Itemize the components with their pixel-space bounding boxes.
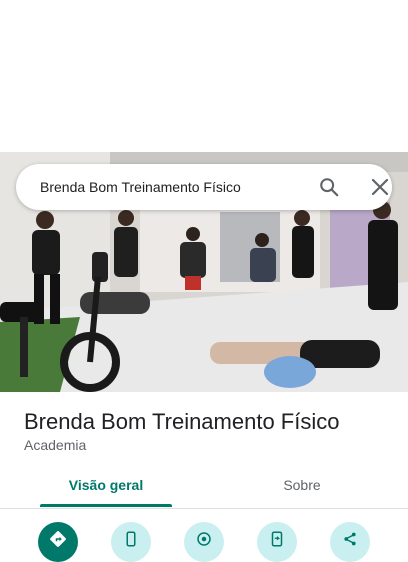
directions-icon: [50, 531, 66, 547]
share-icon: [344, 532, 356, 546]
map-area: [0, 0, 408, 152]
close-icon[interactable]: [370, 177, 390, 197]
action-buttons: [0, 522, 408, 562]
place-category: Academia: [24, 437, 87, 453]
tab-about[interactable]: Sobre: [238, 468, 366, 506]
search-input[interactable]: Brenda Bom Treinamento Físico: [40, 164, 241, 210]
share-button[interactable]: [330, 522, 370, 562]
search-icon[interactable]: [318, 176, 340, 198]
send-to-phone-icon: [271, 531, 283, 547]
nearby-icon: [197, 532, 211, 546]
phone-icon: [126, 531, 136, 547]
nearby-button[interactable]: [184, 522, 224, 562]
call-button[interactable]: [111, 522, 151, 562]
send-to-phone-button[interactable]: [257, 522, 297, 562]
search-bar[interactable]: Brenda Bom Treinamento Físico: [16, 164, 392, 210]
tab-bar: Visão geral Sobre: [0, 468, 408, 509]
directions-button[interactable]: [38, 522, 78, 562]
tab-overview[interactable]: Visão geral: [40, 468, 172, 506]
place-title: Brenda Bom Treinamento Físico: [24, 409, 340, 434]
active-tab-indicator: [40, 504, 172, 507]
